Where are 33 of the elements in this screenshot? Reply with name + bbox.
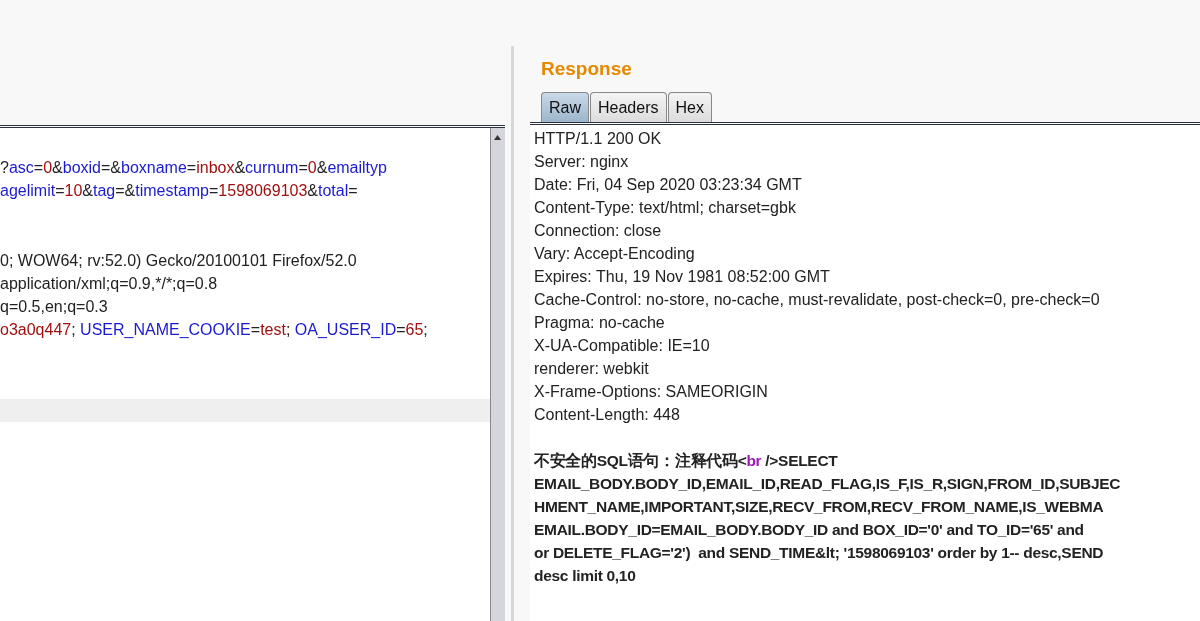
header-line: Date: Fri, 04 Sep 2020 03:23:34 GMT [534, 175, 803, 195]
header-line: Content-Type: text/html; charset=gbk [534, 198, 797, 218]
code-line: 0; WOW64; rv:52.0) Gecko/20100101 Firefox/52.0 [0, 251, 358, 271]
tab[interactable]: Hex [667, 92, 712, 122]
body-line: HMENT_NAME,IMPORTANT,SIZE,RECV_FROM,RECV_FROM_NAME,IS_WEBMA [534, 497, 1105, 517]
code-line: o3a0q447; USER_NAME_COOKIE=test; OA_USER_ID=65; [0, 320, 429, 340]
code-line: agelimit=10&tag=&timestamp=1598069103&total= [0, 181, 359, 201]
header-line: Server: nginx [534, 152, 630, 172]
code-line: q=0.5,en;q=0.3 [0, 297, 109, 317]
request-editor[interactable] [0, 125, 505, 621]
body-line: EMAIL.BODY_ID=EMAIL_BODY.BODY_ID and BOX_ID='0' and TO_ID='65' and [534, 520, 1085, 540]
header-line: Cache-Control: no-store, no-cache, must-revalidate, post-check=0, pre-check=0 [534, 290, 1101, 310]
header-line: Pragma: no-cache [534, 313, 666, 333]
tab[interactable]: Raw [541, 92, 589, 122]
tab[interactable]: Headers [590, 92, 667, 122]
body-line: or DELETE_FLAG='2') and SEND_TIME&lt; '1598069103' order by 1-- desc,SEND [534, 543, 1105, 563]
code-line: ?asc=0&boxid=&boxname=inbox&curnum=0&emailtyp [0, 158, 388, 178]
header-line: renderer: webkit [534, 359, 650, 379]
header-line: X-Frame-Options: SAMEORIGIN [534, 382, 769, 402]
response-editor[interactable] [530, 122, 1200, 621]
scrollbar[interactable] [490, 128, 505, 621]
body-line: EMAIL_BODY.BODY_ID,EMAIL_ID,READ_FLAG,IS_F,IS_R,SIGN,FROM_ID,SUBJEC [534, 474, 1122, 494]
header-line: Expires: Thu, 19 Nov 1981 08:52:00 GMT [534, 267, 831, 287]
body-line: 不安全的SQL语句：注释代码<br />SELECT [534, 451, 839, 471]
header-line: HTTP/1.1 200 OK [534, 129, 663, 149]
header-line: Vary: Accept-Encoding [534, 244, 696, 264]
split-handle[interactable] [511, 46, 514, 621]
code-line: application/xml;q=0.9,*/*;q=0.8 [0, 274, 219, 294]
header-line: Content-Length: 448 [534, 405, 681, 425]
body-line: desc limit 0,10 [534, 566, 637, 586]
header-line: X-UA-Compatible: IE=10 [534, 336, 711, 356]
header-line: Connection: close [534, 221, 663, 241]
panel-title: Response [541, 58, 633, 81]
